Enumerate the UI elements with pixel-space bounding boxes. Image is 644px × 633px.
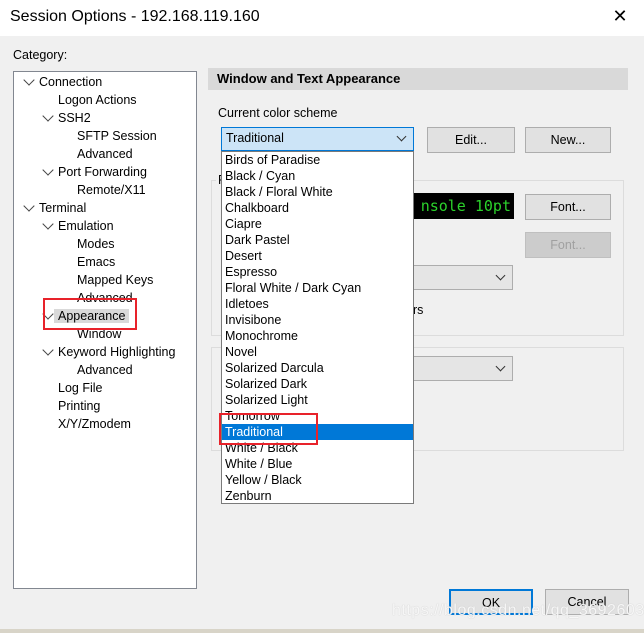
tree-item-label: Terminal (39, 201, 87, 215)
chevron-down-icon[interactable] (42, 344, 54, 356)
tree-item-label: Keyword Highlighting (58, 345, 176, 359)
tree-item[interactable]: Printing (58, 397, 100, 415)
partial-label: rs (413, 303, 424, 317)
scheme-option[interactable]: Yellow / Black (222, 472, 413, 488)
color-scheme-select[interactable]: Traditional (221, 127, 414, 151)
scheme-option[interactable]: Monochrome (222, 328, 413, 344)
title-bar: Session Options - 192.168.119.160 ✕ (0, 0, 644, 36)
bottom-border (0, 629, 644, 633)
color-scheme-dropdown-list[interactable]: Birds of Paradise Black / Cyan Black / Flo… (221, 151, 414, 504)
tree-item-label: Connection (39, 75, 103, 89)
tree-item-label: Advanced (77, 147, 133, 161)
chevron-down-icon (396, 131, 407, 142)
tree-item-label: Mapped Keys (77, 273, 154, 287)
select-box[interactable] (405, 356, 513, 381)
scheme-option[interactable]: Espresso (222, 264, 413, 280)
tree-item[interactable]: Remote/X11 (77, 181, 146, 199)
font-button-disabled: Font... (525, 232, 611, 258)
tree-item-label: SFTP Session (77, 129, 157, 143)
scheme-option[interactable]: Solarized Darcula (222, 360, 413, 376)
scheme-option[interactable]: Solarized Light (222, 392, 413, 408)
scheme-option[interactable]: Chalkboard (222, 200, 413, 216)
tree-item[interactable]: SFTP Session (77, 127, 157, 145)
close-icon[interactable]: ✕ (608, 6, 632, 27)
chevron-down-icon[interactable] (23, 74, 35, 86)
tree-item[interactable]: Terminal (39, 199, 86, 217)
chevron-down-icon[interactable] (42, 110, 54, 122)
tree-item[interactable]: SSH2 (58, 109, 91, 127)
tree-item[interactable]: Mapped Keys (77, 271, 153, 289)
tree-item[interactable]: Emacs (77, 253, 115, 271)
scheme-option[interactable]: Floral White / Dark Cyan (222, 280, 413, 296)
new-button[interactable]: New... (525, 127, 611, 153)
tree-item[interactable]: Advanced (77, 145, 133, 163)
tree-item-label: X/Y/Zmodem (58, 417, 131, 431)
category-tree[interactable]: Connection Logon Actions SSH2 SFTP Session A… (13, 71, 197, 589)
tree-item[interactable]: Log File (58, 379, 102, 397)
scheme-option[interactable]: Dark Pastel (222, 232, 413, 248)
scheme-option[interactable]: Solarized Dark (222, 376, 413, 392)
scheme-option[interactable]: White / Blue (222, 456, 413, 472)
tree-item[interactable]: X/Y/Zmodem (58, 415, 131, 433)
highlight-box (219, 413, 318, 445)
scheme-option[interactable]: Novel (222, 344, 413, 360)
tree-item-label: Advanced (77, 363, 133, 377)
chevron-down-icon (495, 361, 506, 372)
tree-item-label: Printing (58, 399, 101, 413)
tree-item[interactable]: Logon Actions (58, 91, 137, 109)
tree-item-label: Emacs (77, 255, 116, 269)
font-button[interactable]: Font... (525, 194, 611, 220)
tree-item-label: Emulation (58, 219, 114, 233)
tree-item[interactable]: Connection (39, 73, 102, 91)
tree-item-label: Port Forwarding (58, 165, 147, 179)
tree-item-label: Remote/X11 (77, 183, 146, 197)
tree-item-label: SSH2 (58, 111, 91, 125)
select-box[interactable] (405, 265, 513, 290)
window-title: Session Options - 192.168.119.160 (10, 8, 260, 25)
scheme-option[interactable]: Zenburn (222, 488, 413, 504)
edit-button[interactable]: Edit... (427, 127, 515, 153)
tree-item-label: Logon Actions (58, 93, 137, 107)
chevron-down-icon (495, 270, 506, 281)
watermark: https://blog.csdn.net/qq_36926037 (392, 602, 644, 619)
tree-item[interactable]: Emulation (58, 217, 114, 235)
tree-item[interactable]: Modes (77, 235, 115, 253)
scheme-option[interactable]: Birds of Paradise (222, 152, 413, 168)
scheme-option[interactable]: Black / Cyan (222, 168, 413, 184)
panel-header: Window and Text Appearance (208, 68, 628, 90)
scheme-option[interactable]: Invisibone (222, 312, 413, 328)
tree-item[interactable]: Advanced (77, 361, 133, 379)
scheme-option[interactable]: Idletoes (222, 296, 413, 312)
tree-item-label: Log File (58, 381, 103, 395)
color-scheme-label: Current color scheme (218, 106, 338, 120)
tree-item[interactable]: Port Forwarding (58, 163, 147, 181)
tree-item-label: Modes (77, 237, 115, 251)
chevron-down-icon[interactable] (42, 218, 54, 230)
chevron-down-icon[interactable] (42, 164, 54, 176)
highlight-box (43, 298, 137, 330)
scheme-option[interactable]: Desert (222, 248, 413, 264)
color-scheme-value: Traditional (226, 131, 284, 145)
category-label: Category: (13, 48, 68, 62)
scheme-option[interactable]: Ciapre (222, 216, 413, 232)
chevron-down-icon[interactable] (23, 200, 35, 212)
scheme-option[interactable]: Black / Floral White (222, 184, 413, 200)
tree-item[interactable]: Keyword Highlighting (58, 343, 175, 361)
